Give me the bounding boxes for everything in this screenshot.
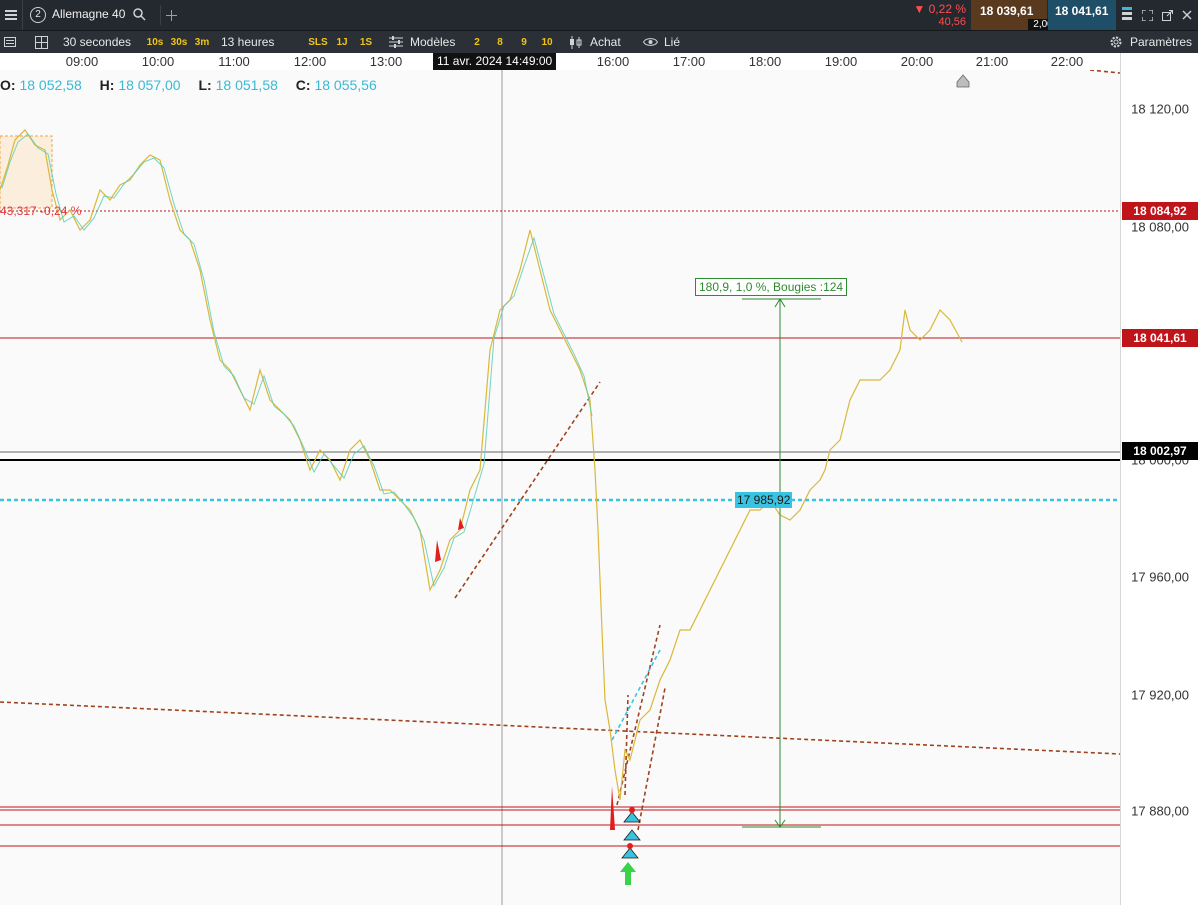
long-trend-line	[0, 701, 1120, 755]
time-label: 11:00	[218, 54, 250, 69]
time-axis: 09:00 10:00 11:00 12:00 13:00 16:00 17:0…	[0, 53, 1120, 71]
time-label: 18:00	[748, 54, 782, 69]
ohlc-readout: O: 18 052,58 H: 18 057,00 L: 18 051,58 C…	[0, 77, 391, 93]
interval-select[interactable]: 30 secondes	[63, 31, 131, 53]
sell-dot	[629, 807, 635, 813]
models-label: Modèles	[410, 35, 456, 49]
low-label: L:	[198, 77, 212, 93]
session-range-box	[0, 135, 53, 209]
time-label: 21:00	[975, 54, 1009, 69]
sell-marker	[435, 540, 441, 562]
ask-price-button[interactable]: 18 041,61	[1048, 0, 1116, 30]
model-slot-8[interactable]: 8	[493, 35, 507, 50]
interval-3m-button[interactable]: 3m	[193, 35, 211, 50]
instrument-selector[interactable]: 2 Allemagne 40	[28, 5, 154, 25]
buy-marker	[623, 811, 641, 823]
open-value: 18 052,58	[19, 77, 82, 93]
channel-line	[624, 694, 629, 796]
time-label: 13:00	[369, 54, 403, 69]
channel-line	[616, 624, 661, 806]
change-pts: 40,56	[938, 16, 966, 28]
price-label: 17 960,00	[1131, 569, 1189, 585]
model-slot-2[interactable]: 2	[470, 35, 484, 50]
time-label: 20:00	[900, 54, 934, 69]
time-label: 09:00	[65, 54, 99, 69]
list-icon[interactable]	[0, 31, 20, 53]
time-label: 19:00	[824, 54, 858, 69]
change-box: ▼ 0,22 % 40,56	[908, 0, 970, 30]
model-slot-10[interactable]: 10	[538, 35, 556, 50]
top-trend-line	[1089, 70, 1120, 74]
hamburger-icon[interactable]	[0, 0, 23, 30]
time-label: 10:00	[141, 54, 175, 69]
expand-icon[interactable]	[1138, 5, 1156, 25]
dotted-level-label[interactable]: 17 985,92	[735, 492, 793, 508]
last-price-badge: 18 041,61	[1122, 329, 1198, 347]
measure-label[interactable]: 180,9, 1,0 %, Bougies :124	[695, 278, 848, 296]
models-button[interactable]: Modèles	[388, 31, 464, 53]
channel-line	[637, 687, 666, 831]
price-axis[interactable]: 18 120,00 18 080,00 18 000,00 17 960,00 …	[1120, 53, 1198, 905]
price-label: 18 080,00	[1131, 219, 1189, 235]
chart-toolbar: 30 secondes 10s 30s 3m 13 heures SLS 1J …	[0, 30, 1198, 53]
search-icon[interactable]	[132, 7, 146, 21]
linked-label: Lié	[664, 35, 681, 49]
high-label: H:	[99, 77, 115, 93]
buy-button[interactable]: Achat	[568, 31, 628, 53]
top-bar: 2 Allemagne 40 ▼ 0,22 % 40,56 18 039,61 …	[0, 0, 1198, 30]
time-label: 22:00	[1050, 54, 1084, 69]
instrument-name: Allemagne 40	[52, 7, 126, 21]
close-label: C:	[295, 77, 311, 93]
crosshair-time-label: 11 avr. 2024 14:49:00	[433, 53, 557, 70]
period-select[interactable]: 13 heures	[221, 31, 274, 53]
price-label: 18 120,00	[1131, 101, 1189, 117]
time-label: 16:00	[596, 54, 630, 69]
sliders-icon	[388, 35, 404, 49]
close-value: 18 055,56	[314, 77, 377, 93]
eye-icon	[642, 35, 658, 49]
close-icon[interactable]	[1178, 5, 1196, 25]
low-value: 18 051,58	[215, 77, 278, 93]
panel-layout-icon[interactable]	[30, 31, 52, 53]
price-label: 17 880,00	[1131, 803, 1189, 819]
price-label: 17 920,00	[1131, 687, 1189, 703]
time-label: 17:00	[672, 54, 706, 69]
time-label: 12:00	[293, 54, 327, 69]
chart-svg	[0, 70, 1120, 905]
stack-icon[interactable]	[1120, 5, 1134, 25]
level-price-badge: 18 002,97	[1122, 442, 1198, 460]
linked-button[interactable]: Lié	[642, 31, 688, 53]
high-value: 18 057,00	[118, 77, 181, 93]
buy-label: Achat	[590, 35, 621, 49]
change-pct: ▼ 0,22 %	[913, 2, 966, 16]
candles-icon	[568, 35, 584, 49]
settings-button[interactable]: Paramètres	[1108, 31, 1196, 53]
plus-icon[interactable]	[160, 5, 181, 25]
green-up-arrow	[620, 862, 636, 885]
popout-icon[interactable]	[1158, 5, 1176, 25]
prev-close-annotation: 43,317 -0,24 %	[0, 204, 82, 218]
model-slot-9[interactable]: 9	[517, 35, 531, 50]
bid-price: 18 039,61	[980, 4, 1034, 18]
sell-dot	[627, 843, 633, 849]
buy-marker	[621, 847, 639, 859]
gear-icon	[1108, 35, 1124, 49]
period-sls-button[interactable]: SLS	[307, 35, 329, 50]
instrument-number: 2	[30, 7, 46, 23]
high-price-badge: 18 084,92	[1122, 202, 1198, 220]
ask-price: 18 041,61	[1055, 4, 1109, 18]
settings-label: Paramètres	[1130, 35, 1193, 49]
interval-30s-button[interactable]: 30s	[169, 35, 189, 50]
price-path	[0, 129, 963, 801]
buy-marker	[623, 829, 641, 841]
period-1s-button[interactable]: 1S	[358, 35, 374, 50]
interval-10s-button[interactable]: 10s	[145, 35, 165, 50]
price-path-cyan	[1, 133, 593, 588]
period-1j-button[interactable]: 1J	[334, 35, 350, 50]
chart-plot-area[interactable]: 43,317 -0,24 % 180,9, 1,0 %, Bougies :12…	[0, 70, 1120, 905]
home-marker	[956, 74, 970, 88]
open-label: O:	[0, 77, 16, 93]
sell-marker	[610, 786, 615, 830]
